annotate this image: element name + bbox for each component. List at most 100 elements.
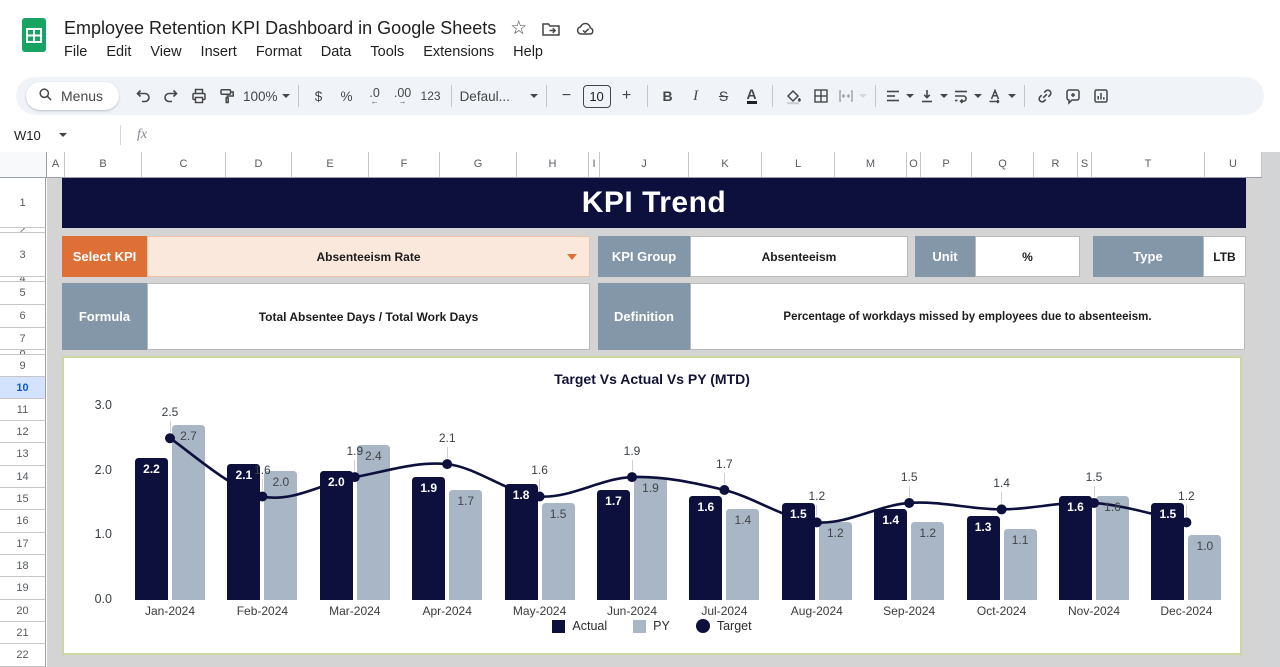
format-percent-button[interactable]: %: [335, 83, 359, 109]
row-header-3[interactable]: 3: [0, 233, 46, 277]
row-header-15[interactable]: 15: [0, 488, 46, 510]
menu-file[interactable]: File: [64, 44, 87, 60]
column-header-D[interactable]: D: [226, 152, 292, 177]
cloud-status-icon[interactable]: [575, 20, 597, 38]
menu-data[interactable]: Data: [321, 44, 352, 60]
row-header-1[interactable]: 1: [0, 178, 46, 228]
row-header-12[interactable]: 12: [0, 421, 46, 443]
text-wrap-button[interactable]: [952, 83, 982, 109]
column-header-T[interactable]: T: [1092, 152, 1205, 177]
merge-cells-button[interactable]: [837, 83, 867, 109]
document-title[interactable]: Employee Retention KPI Dashboard in Goog…: [64, 18, 496, 39]
font-family-selector[interactable]: Defaul...: [460, 83, 538, 109]
italic-button[interactable]: I: [684, 83, 708, 109]
row-header-13[interactable]: 13: [0, 443, 46, 466]
column-header-C[interactable]: C: [142, 152, 226, 177]
column-header-A[interactable]: A: [47, 152, 65, 177]
fill-color-button[interactable]: [781, 83, 805, 109]
insert-comment-button[interactable]: [1061, 83, 1085, 109]
column-header-B[interactable]: B: [65, 152, 142, 177]
actual-bar: [320, 471, 353, 600]
redo-button[interactable]: [159, 83, 183, 109]
row-header-22[interactable]: 22: [0, 644, 46, 667]
column-header-R[interactable]: R: [1034, 152, 1078, 177]
legend-swatch-py: [633, 620, 646, 633]
definition-value[interactable]: Percentage of workdays missed by employe…: [690, 283, 1245, 350]
column-header-E[interactable]: E: [292, 152, 369, 177]
unit-value[interactable]: %: [975, 236, 1080, 277]
insert-chart-button[interactable]: [1089, 83, 1113, 109]
row-header-9[interactable]: 9: [0, 355, 46, 377]
column-header-F[interactable]: F: [369, 152, 440, 177]
type-value[interactable]: LTB: [1203, 236, 1246, 277]
paint-format-button[interactable]: [215, 83, 239, 109]
row-header-10[interactable]: 10: [0, 377, 46, 399]
scrollbar-track[interactable]: [1262, 152, 1280, 667]
move-folder-icon[interactable]: [541, 20, 561, 38]
row-header-6[interactable]: 6: [0, 305, 46, 328]
strikethrough-button[interactable]: S: [712, 83, 736, 109]
row-header-11[interactable]: 11: [0, 399, 46, 421]
menu-insert[interactable]: Insert: [201, 44, 237, 60]
bold-button[interactable]: B: [656, 83, 680, 109]
cell-name-box[interactable]: W10: [0, 128, 110, 143]
column-header-K[interactable]: K: [689, 152, 762, 177]
select-all-corner[interactable]: [0, 152, 47, 178]
menu-help[interactable]: Help: [513, 44, 543, 60]
borders-button[interactable]: [809, 83, 833, 109]
kpi-group-value[interactable]: Absenteeism: [690, 236, 908, 277]
print-button[interactable]: [187, 83, 211, 109]
column-header-G[interactable]: G: [440, 152, 517, 177]
row-header-18[interactable]: 18: [0, 555, 46, 577]
row-header-14[interactable]: 14: [0, 466, 46, 488]
column-header-S[interactable]: S: [1078, 152, 1092, 177]
row-header-19[interactable]: 19: [0, 577, 46, 600]
star-icon[interactable]: ☆: [510, 20, 527, 38]
row-header-7[interactable]: 7: [0, 328, 46, 350]
increase-decimal-button[interactable]: .00→: [391, 83, 415, 109]
column-header-J[interactable]: J: [600, 152, 689, 177]
decrease-decimal-button[interactable]: .0←: [363, 83, 387, 109]
increase-font-size-button[interactable]: +: [615, 83, 639, 109]
kpi-trend-chart[interactable]: Target Vs Actual Vs PY (MTD) 3.02.01.00.…: [62, 356, 1242, 655]
py-bar: [172, 425, 205, 600]
more-formats-button[interactable]: 123: [419, 83, 443, 109]
text-color-button[interactable]: A: [740, 83, 764, 109]
column-header-U[interactable]: U: [1205, 152, 1262, 177]
vertical-align-button[interactable]: [918, 83, 948, 109]
actual-value-label: 1.3: [967, 520, 1000, 534]
menus-search-button[interactable]: Menus: [26, 82, 119, 110]
decrease-font-size-button[interactable]: −: [555, 83, 579, 109]
column-header-H[interactable]: H: [517, 152, 589, 177]
column-header-L[interactable]: L: [762, 152, 835, 177]
menu-edit[interactable]: Edit: [106, 44, 131, 60]
spreadsheet-canvas[interactable]: KPI Trend Select KPI Absenteeism Rate KP…: [47, 178, 1262, 667]
menu-tools[interactable]: Tools: [370, 44, 404, 60]
row-header-20[interactable]: 20: [0, 600, 46, 622]
zoom-control[interactable]: 100%: [243, 83, 290, 109]
menu-extensions[interactable]: Extensions: [423, 44, 494, 60]
fx-icon: fx: [137, 127, 147, 143]
font-size-input[interactable]: 10: [583, 83, 611, 109]
column-header-P[interactable]: P: [921, 152, 972, 177]
format-currency-button[interactable]: $: [307, 83, 331, 109]
column-header-M[interactable]: M: [835, 152, 907, 177]
insert-link-button[interactable]: [1033, 83, 1057, 109]
row-header-17[interactable]: 17: [0, 533, 46, 555]
column-header-I[interactable]: I: [589, 152, 600, 177]
select-kpi-dropdown[interactable]: Absenteeism Rate: [147, 236, 590, 277]
horizontal-align-button[interactable]: [884, 83, 914, 109]
legend-label-target: Target: [717, 619, 752, 633]
menu-format[interactable]: Format: [256, 44, 302, 60]
row-header-5[interactable]: 5: [0, 282, 46, 305]
formula-value[interactable]: Total Absentee Days / Total Work Days: [147, 283, 590, 350]
undo-button[interactable]: [131, 83, 155, 109]
sheets-logo-icon[interactable]: [20, 16, 48, 59]
target-value-label: 1.5: [1074, 470, 1114, 484]
column-header-Q[interactable]: Q: [972, 152, 1034, 177]
row-header-16[interactable]: 16: [0, 510, 46, 533]
text-rotation-button[interactable]: [986, 83, 1016, 109]
row-header-21[interactable]: 21: [0, 622, 46, 644]
menu-view[interactable]: View: [150, 44, 181, 60]
column-header-O[interactable]: O: [907, 152, 921, 177]
